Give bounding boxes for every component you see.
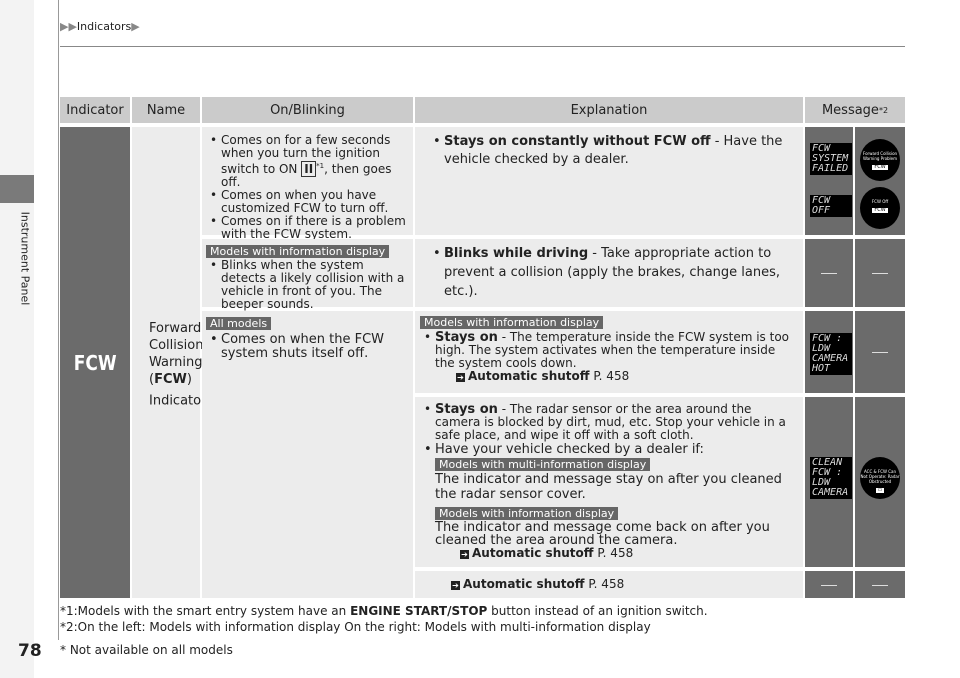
on-item: Comes on if there is a problem with the …	[210, 215, 409, 241]
none-dash	[872, 584, 888, 586]
side-tab-label: Instrument Panel	[18, 211, 32, 306]
gauge-message: Forward Collision Warning Problem FCW	[860, 139, 900, 181]
name-line: Forward	[149, 321, 202, 336]
row4-message-left: CLEAN FCW : LDW CAMERA	[805, 397, 853, 567]
breadcrumb: ▶▶Indicators▶	[60, 20, 140, 33]
model-tag: All models	[206, 317, 272, 330]
row3-message-right	[855, 311, 905, 393]
side-divider	[58, 0, 59, 640]
reference-arrow-icon: ➔	[456, 373, 465, 382]
footnote-1: *1:Models with the smart entry system ha…	[60, 604, 708, 618]
none-dash	[872, 352, 888, 353]
header-name: Name	[132, 97, 200, 123]
header-rule	[60, 46, 905, 47]
indicator-cell: FCW	[60, 127, 130, 598]
gauge-message: ACC & FCW Can Not Operate: Radar Obstruc…	[860, 457, 900, 499]
row3-on: All models Comes on when the FCW system …	[202, 311, 413, 598]
model-tag: Models with information display	[206, 245, 390, 258]
row5-message-left	[805, 571, 853, 598]
model-tag: Models with multi-information display	[435, 458, 651, 471]
row1-message-right: Forward Collision Warning Problem FCW FCW…	[855, 127, 905, 235]
breadcrumb-item[interactable]: Indicators	[77, 20, 131, 33]
none-dash	[821, 273, 837, 274]
model-tag: Models with information display	[435, 507, 619, 520]
footnote-availability: * Not available on all models	[60, 643, 233, 657]
explanation-item: Stays on constantly without FCW off - Ha…	[433, 133, 795, 169]
row1-on: Comes on for a few seconds when you turn…	[202, 127, 413, 241]
page-reference[interactable]: ➔ Automatic shutoff P. 458	[440, 370, 797, 383]
condition-text: The indicator and message come back on a…	[435, 520, 770, 548]
ignition-symbol: II	[301, 161, 317, 177]
breadcrumb-arrow-icon: ▶	[131, 20, 140, 33]
explanation-item: Stays on - The radar sensor or the area …	[424, 403, 797, 442]
gauge-message: FCW Off FCW	[860, 187, 900, 229]
name-line: Warning	[149, 355, 203, 370]
header-on-blinking: On/Blinking	[202, 97, 413, 123]
header-explanation: Explanation	[415, 97, 803, 123]
row3-explanation: Models with information display Stays on…	[415, 311, 803, 393]
row5-message-right	[855, 571, 905, 598]
lcd-message: CLEAN FCW : LDW CAMERA	[810, 457, 852, 499]
name-line: Collision	[149, 338, 204, 353]
on-item: Comes on for a few seconds when you turn…	[210, 134, 409, 189]
fcw-indicator-icon: FCW	[73, 350, 117, 375]
reference-arrow-icon: ➔	[451, 581, 460, 590]
explanation-item: Have your vehicle checked by a dealer if…	[424, 442, 797, 457]
explanation-item: Blinks while driving - Take appropriate …	[433, 244, 795, 301]
row5-explanation: ➔ Automatic shutoff P. 458	[415, 571, 803, 598]
side-tab-marker	[0, 175, 34, 203]
footnote-2: *2:On the left: Models with information …	[60, 620, 651, 634]
explanation-item: Stays on - The temperature inside the FC…	[424, 331, 797, 370]
on-item: Blinks when the system detects a likely …	[210, 259, 411, 311]
breadcrumb-arrow-icon: ▶▶	[60, 20, 77, 33]
page-number: 78	[18, 641, 42, 661]
header-message-label: Message	[821, 102, 879, 118]
page-reference[interactable]: ➔ Automatic shutoff P. 458	[435, 578, 803, 591]
name-line: (FCW)	[149, 372, 192, 387]
lcd-message: FCW : LDW CAMERA HOT	[810, 333, 852, 375]
none-dash	[872, 273, 888, 274]
row1-explanation: Stays on constantly without FCW off - Ha…	[415, 127, 803, 235]
none-dash	[821, 584, 837, 586]
reference-arrow-icon: ➔	[460, 550, 469, 559]
name-cell: Forward Collision Warning (FCW) Indicato…	[132, 127, 210, 598]
page-reference[interactable]: ➔ Automatic shutoff P. 458	[444, 547, 797, 560]
lcd-message: FCW OFF	[810, 195, 852, 217]
name-line: Indicator*	[149, 392, 210, 409]
row2-message-right	[855, 239, 905, 307]
on-item: Comes on when the FCW system shuts itsel…	[210, 333, 411, 361]
row2-on: Models with information display Blinks w…	[202, 239, 413, 311]
model-tag: Models with information display	[420, 316, 604, 329]
header-message: Message *2	[805, 97, 905, 123]
camera-icon: ▭	[875, 487, 885, 493]
row2-explanation: Blinks while driving - Take appropriate …	[415, 239, 803, 307]
row4-message-right: ACC & FCW Can Not Operate: Radar Obstruc…	[855, 397, 905, 567]
header-indicator: Indicator	[60, 97, 130, 123]
footnote-ref: *2	[878, 105, 889, 115]
lcd-message: FCW SYSTEM FAILED	[810, 143, 852, 175]
row3-message-left: FCW : LDW CAMERA HOT	[805, 311, 853, 393]
row1-message-left: FCW SYSTEM FAILED FCW OFF	[805, 127, 853, 235]
condition-text: The indicator and message stay on after …	[435, 472, 782, 502]
side-strip	[0, 0, 34, 678]
on-item: Comes on when you have customized FCW to…	[210, 189, 409, 215]
row2-message-left	[805, 239, 853, 307]
row4-explanation: Stays on - The radar sensor or the area …	[415, 397, 803, 567]
